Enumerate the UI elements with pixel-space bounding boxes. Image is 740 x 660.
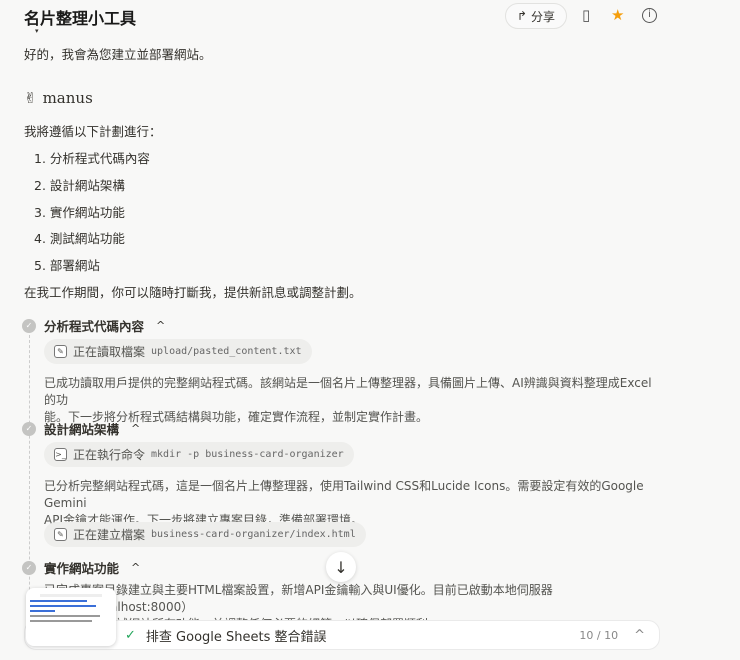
caret-icon: ▾ [35, 27, 39, 35]
plan-item: 3. 實作網站功能 [34, 205, 125, 220]
action-chip[interactable]: ✎ 正在建立檔案 business-card-organizer/index.htm… [44, 522, 366, 547]
file-icon[interactable]: ▯ [582, 6, 590, 24]
chevron-up-icon[interactable]: ^ [131, 561, 140, 574]
chevron-up-icon[interactable]: ^ [156, 319, 165, 332]
chevron-up-icon[interactable]: ^ [131, 422, 140, 435]
star-icon[interactable]: ★ [611, 6, 624, 24]
plan-item: 2. 設計網站架構 [34, 178, 125, 193]
edit-icon: ✎ [54, 528, 67, 541]
step-header[interactable]: ✓ 設計網站架構 ^ [22, 419, 140, 438]
user-reply: 好的，我會為您建立並部署網站。 [24, 47, 212, 62]
page-title: 名片整理小工具 [24, 9, 137, 28]
check-icon: ✓ [22, 318, 36, 333]
manus-logo: ✌ manus [24, 89, 93, 107]
scroll-down-button[interactable]: ↓ [326, 552, 356, 582]
interrupt-note: 在我工作期間，你可以隨時打斷我，提供新訊息或調整計劃。 [24, 285, 362, 300]
plan-item: 1. 分析程式代碼內容 [34, 151, 150, 166]
check-icon: ✓ [22, 560, 36, 575]
step-header[interactable]: ✓ 實作網站功能 ^ [22, 558, 140, 577]
check-icon: ✓ [22, 421, 36, 436]
edit-icon: ✎ [54, 345, 67, 358]
plan-item: 5. 部署網站 [34, 258, 100, 273]
chevron-up-icon[interactable]: ^ [634, 628, 645, 643]
action-chip[interactable]: ✎ 正在讀取檔案 upload/pasted_content.txt [44, 339, 312, 364]
terminal-icon: >_ [54, 448, 67, 461]
check-icon: ✓ [125, 627, 136, 643]
step-header[interactable]: ✓ 分析程式代碼內容 ^ [22, 316, 165, 335]
share-icon: ↱ [516, 9, 528, 23]
info-icon[interactable]: i [642, 8, 657, 23]
task-progress-bar[interactable]: ✓ 排查 Google Sheets 整合錯誤 10 / 10 ^ [24, 620, 660, 650]
preview-thumbnail[interactable] [26, 588, 116, 646]
plan-intro: 我將遵循以下計劃進行： [24, 124, 162, 139]
manus-hand-icon: ✌ [24, 89, 37, 107]
plan-item: 4. 測試網站功能 [34, 231, 125, 246]
share-button[interactable]: ↱ 分享 [505, 3, 567, 29]
arrow-down-icon: ↓ [334, 557, 348, 577]
action-chip[interactable]: >_ 正在執行命令 mkdir -p business-card-organizer [44, 442, 354, 467]
